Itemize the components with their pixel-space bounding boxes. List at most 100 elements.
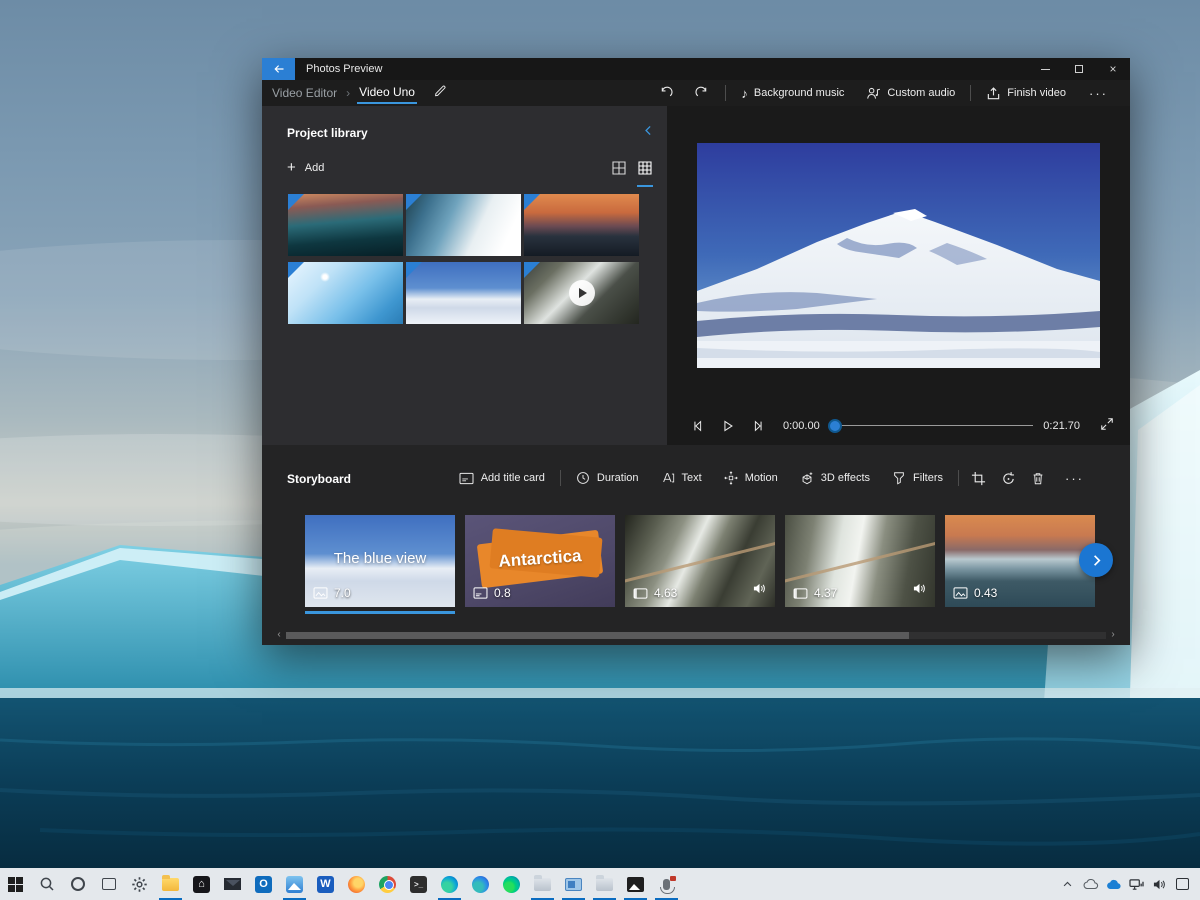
pencil-icon bbox=[434, 85, 446, 96]
storyboard-clip-3[interactable]: 4.63 bbox=[625, 515, 775, 607]
network-button[interactable] bbox=[1125, 868, 1148, 900]
microsoft-store-button[interactable]: ⌂ bbox=[186, 868, 217, 900]
scroll-left-arrow[interactable]: ‹ bbox=[272, 630, 286, 640]
custom-audio-button[interactable]: Custom audio bbox=[855, 80, 966, 106]
rename-project-button[interactable] bbox=[433, 84, 447, 103]
photos-button[interactable] bbox=[279, 868, 310, 900]
library-thumbnail-iceberg-orange-sunset[interactable] bbox=[524, 194, 639, 256]
library-thumbnail-iceberg-teal-sunset[interactable] bbox=[288, 194, 403, 256]
breadcrumb-project-name[interactable]: Video Uno bbox=[357, 85, 417, 104]
back-button[interactable] bbox=[262, 58, 295, 80]
onedrive-personal-button[interactable] bbox=[1079, 868, 1102, 900]
onedrive-business-button[interactable] bbox=[1102, 868, 1125, 900]
edge-button[interactable] bbox=[434, 868, 465, 900]
toolbar-separator bbox=[970, 85, 972, 101]
storyboard-clip-1[interactable]: The blue view 7.0 bbox=[305, 515, 455, 614]
maximize-button[interactable] bbox=[1062, 58, 1096, 80]
window-controls: × bbox=[1028, 58, 1130, 80]
taskbar: ⌂ O W >_ bbox=[0, 868, 1200, 900]
clip-4-volume-icon[interactable] bbox=[912, 582, 927, 600]
edge-icon bbox=[441, 875, 458, 893]
seek-thumb[interactable] bbox=[827, 419, 842, 433]
project-library-title: Project library bbox=[287, 126, 368, 140]
seek-slider[interactable] bbox=[827, 419, 1034, 433]
cortana-button[interactable] bbox=[62, 868, 93, 900]
word-button[interactable]: W bbox=[310, 868, 341, 900]
fullscreen-button[interactable] bbox=[1100, 417, 1114, 436]
redo-button[interactable] bbox=[684, 80, 721, 106]
close-button[interactable]: × bbox=[1096, 58, 1130, 80]
title-bar[interactable]: Photos Preview × bbox=[262, 58, 1130, 80]
cloud-outline-icon bbox=[1083, 878, 1098, 889]
library-thumbnail-snow-mountain[interactable] bbox=[406, 262, 521, 324]
action-center-icon bbox=[1176, 878, 1189, 890]
firefox-button[interactable] bbox=[341, 868, 372, 900]
scrollbar-thumb[interactable] bbox=[286, 631, 910, 639]
mail-button[interactable] bbox=[217, 868, 248, 900]
recorder-button[interactable] bbox=[651, 868, 682, 900]
see-more-button[interactable]: ··· bbox=[1077, 86, 1120, 101]
delete-button[interactable] bbox=[1023, 463, 1053, 493]
scrollbar-track[interactable] bbox=[286, 631, 1106, 639]
folder-window-2-button[interactable] bbox=[589, 868, 620, 900]
chevron-right-icon bbox=[1093, 554, 1101, 566]
next-frame-button[interactable] bbox=[743, 419, 773, 433]
library-thumbnail-iceberg-wall[interactable] bbox=[406, 194, 521, 256]
task-view-button[interactable] bbox=[93, 868, 124, 900]
duration-button[interactable]: Duration bbox=[565, 463, 650, 493]
file-explorer-button[interactable] bbox=[155, 868, 186, 900]
search-button[interactable] bbox=[31, 868, 62, 900]
motion-button[interactable]: Motion bbox=[713, 463, 789, 493]
start-button[interactable] bbox=[0, 868, 31, 900]
add-media-button[interactable]: + Add bbox=[287, 160, 324, 175]
edge-beta-button[interactable] bbox=[465, 868, 496, 900]
app-window-icon bbox=[565, 877, 582, 891]
play-button[interactable] bbox=[713, 419, 743, 433]
storyboard-more-button[interactable]: ··· bbox=[1053, 471, 1096, 486]
outlook-button[interactable]: O bbox=[248, 868, 279, 900]
storyboard-clip-5[interactable]: 0.43 bbox=[945, 515, 1095, 607]
library-thumbnail-grid bbox=[288, 194, 642, 324]
playback-controls: 0:00.00 0:21.70 bbox=[667, 410, 1130, 442]
text-button[interactable]: Text bbox=[650, 463, 713, 493]
settings-button[interactable] bbox=[124, 868, 155, 900]
breadcrumb-video-editor[interactable]: Video Editor bbox=[272, 86, 337, 100]
background-music-button[interactable]: ♪ Background music bbox=[730, 80, 855, 106]
library-thumbnail-waterfall-video[interactable] bbox=[524, 262, 639, 324]
speaker-icon bbox=[1153, 879, 1165, 889]
add-title-card-button[interactable]: Add title card bbox=[448, 463, 556, 493]
video-preview[interactable] bbox=[697, 143, 1100, 368]
show-hidden-icons-button[interactable] bbox=[1056, 868, 1079, 900]
previous-frame-button[interactable] bbox=[683, 419, 713, 433]
action-center-button[interactable] bbox=[1171, 868, 1194, 900]
search-icon bbox=[40, 877, 54, 891]
clip-4-duration: 4.37 bbox=[814, 586, 838, 600]
image-viewer-button[interactable] bbox=[620, 868, 651, 900]
filters-button[interactable]: Filters bbox=[881, 463, 954, 493]
app-window-button[interactable] bbox=[558, 868, 589, 900]
collapse-library-button[interactable] bbox=[642, 124, 655, 142]
scroll-right-arrow[interactable]: › bbox=[1106, 630, 1120, 640]
cortana-icon bbox=[70, 877, 85, 891]
crop-button[interactable] bbox=[963, 463, 993, 493]
library-thumbnail-blue-slope[interactable] bbox=[288, 262, 403, 324]
filters-icon bbox=[894, 472, 904, 485]
scroll-next-clips-button[interactable] bbox=[1079, 543, 1113, 577]
minimize-button[interactable] bbox=[1028, 58, 1062, 80]
edge-canary-icon bbox=[503, 875, 520, 893]
clip-3-volume-icon[interactable] bbox=[752, 582, 767, 600]
folder-window-button[interactable] bbox=[527, 868, 558, 900]
large-grid-view-button[interactable] bbox=[611, 160, 627, 187]
finish-video-button[interactable]: Finish video bbox=[975, 80, 1077, 106]
storyboard-clip-2[interactable]: Antarctica 0.8 bbox=[465, 515, 615, 607]
undo-button[interactable] bbox=[647, 80, 684, 106]
volume-button[interactable] bbox=[1148, 868, 1171, 900]
terminal-button[interactable]: >_ bbox=[403, 868, 434, 900]
edge-canary-button[interactable] bbox=[496, 868, 527, 900]
effects-button[interactable]: 3D effects bbox=[789, 463, 881, 493]
chrome-button[interactable] bbox=[372, 868, 403, 900]
close-icon: × bbox=[1109, 62, 1117, 76]
rotate-button[interactable] bbox=[993, 463, 1023, 493]
small-grid-view-button[interactable] bbox=[637, 160, 653, 187]
storyboard-clip-4[interactable]: 4.37 bbox=[785, 515, 935, 607]
